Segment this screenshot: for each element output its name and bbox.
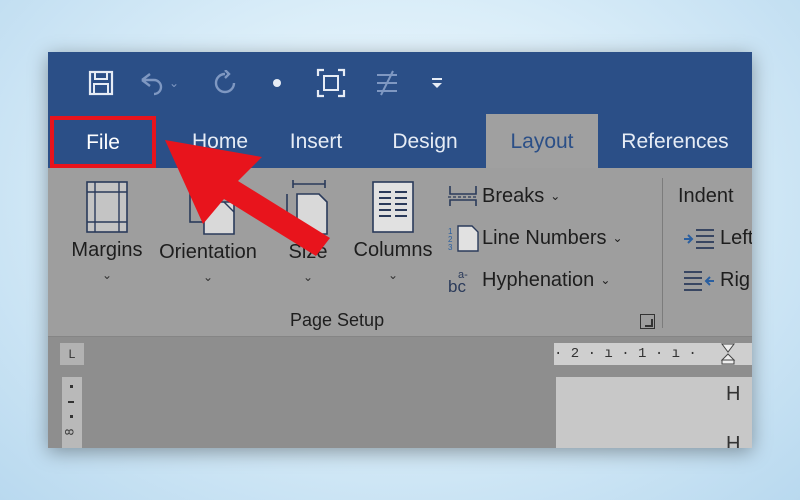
- group-separator: [662, 178, 663, 328]
- layout-ribbon: Margins ⌄ Orientation ⌄ Size ⌄ Columns ⌄…: [48, 168, 752, 337]
- quick-access-toolbar: ⌄: [48, 52, 752, 114]
- orientation-icon: [189, 181, 235, 235]
- tab-references[interactable]: References: [610, 114, 740, 168]
- tab-layout[interactable]: Layout: [486, 114, 598, 168]
- document-area: L 8 · 2 · ı · 1 · ı · H H: [48, 337, 752, 448]
- columns-icon: [372, 181, 414, 233]
- chevron-down-icon: ⌄: [202, 270, 214, 284]
- indent-marker-icon[interactable]: [720, 343, 736, 365]
- indent-left-label: Left: [720, 226, 752, 249]
- tab-design[interactable]: Design: [378, 114, 472, 168]
- margins-button[interactable]: Margins ⌄: [64, 180, 150, 282]
- line-numbers-button[interactable]: 123 Line Numbers ⌄: [446, 222, 623, 254]
- tab-selector[interactable]: L: [60, 343, 84, 365]
- margins-label: Margins: [71, 239, 143, 261]
- size-label: Size: [288, 241, 328, 263]
- chevron-down-icon: ⌄: [101, 268, 113, 282]
- tab-home[interactable]: Home: [170, 114, 270, 168]
- size-button[interactable]: Size ⌄: [274, 180, 342, 284]
- dot-icon[interactable]: [260, 66, 294, 100]
- ribbon-tabs: File Home Insert Design Layout Reference…: [48, 114, 752, 168]
- line-numbers-icon: 123: [446, 224, 480, 252]
- touch-mode-icon[interactable]: [370, 66, 404, 100]
- hyphenation-label: Hyphenation: [482, 268, 595, 291]
- columns-label: Columns: [353, 239, 433, 261]
- vertical-ruler[interactable]: 8: [62, 377, 82, 448]
- customize-icon[interactable]: [420, 66, 454, 100]
- line-numbers-label: Line Numbers: [482, 226, 607, 249]
- chevron-down-icon: ⌄: [550, 189, 561, 203]
- size-icon: [286, 180, 328, 235]
- orientation-button[interactable]: Orientation ⌄: [152, 180, 264, 284]
- undo-dropdown-icon[interactable]: ⌄: [166, 66, 182, 100]
- chevron-down-icon: ⌄: [612, 231, 623, 245]
- breaks-icon: [446, 182, 480, 210]
- indent-left-field[interactable]: Left: [682, 222, 752, 254]
- chevron-down-icon: ⌄: [302, 270, 314, 284]
- orientation-label: Orientation: [159, 241, 257, 263]
- indent-right-field[interactable]: Rig: [682, 264, 750, 296]
- page-text-line: H: [726, 433, 741, 448]
- page-setup-launcher-icon[interactable]: [640, 314, 655, 329]
- indent-right-label: Rig: [720, 268, 751, 291]
- chevron-down-icon: ⌄: [600, 273, 611, 287]
- vertical-ruler-mark: 8: [62, 428, 77, 436]
- word-window: ⌄ File Home Insert Design Layout Referen…: [48, 52, 752, 448]
- horizontal-ruler-marks: · 2 · ı · 1 · ı ·: [554, 346, 697, 362]
- chevron-down-icon: ⌄: [387, 268, 399, 282]
- save-icon[interactable]: [84, 66, 118, 100]
- redo-icon[interactable]: [208, 66, 242, 100]
- margins-icon: [86, 181, 128, 233]
- svg-text:a-: a-: [458, 269, 468, 281]
- breaks-button[interactable]: Breaks ⌄: [446, 180, 560, 212]
- tab-file[interactable]: File: [50, 116, 156, 168]
- document-page[interactable]: H H: [556, 377, 752, 448]
- svg-text:3: 3: [448, 243, 453, 252]
- hyphenation-button[interactable]: bc a- Hyphenation ⌄: [446, 264, 611, 297]
- indent-left-icon: [682, 224, 718, 252]
- columns-button[interactable]: Columns ⌄: [346, 180, 440, 282]
- fit-icon[interactable]: [314, 66, 348, 100]
- horizontal-ruler[interactable]: · 2 · ı · 1 · ı ·: [554, 343, 752, 365]
- page-text-line: H: [726, 383, 741, 405]
- page-setup-group-label: Page Setup: [290, 310, 385, 330]
- indent-right-icon: [682, 266, 718, 294]
- tab-insert[interactable]: Insert: [276, 114, 356, 168]
- indent-label: Indent: [678, 184, 734, 207]
- undo-icon[interactable]: [134, 66, 168, 100]
- breaks-label: Breaks: [482, 184, 545, 207]
- hyphenation-icon: bc a-: [446, 266, 480, 296]
